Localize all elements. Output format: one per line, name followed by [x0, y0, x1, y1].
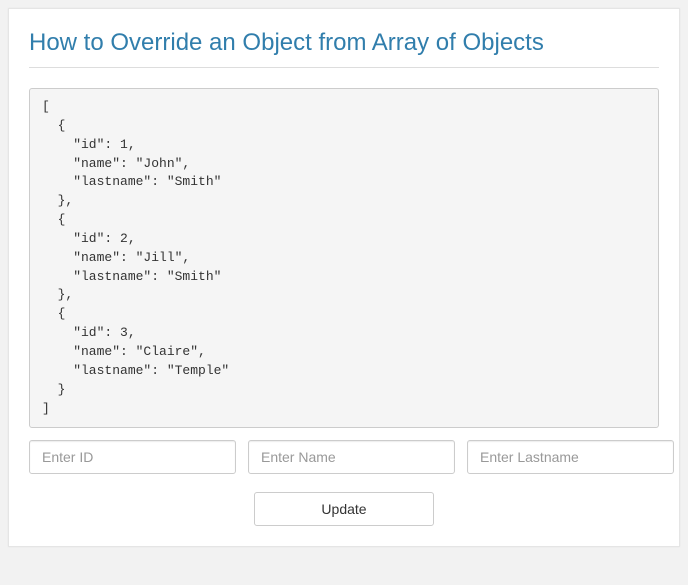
name-input[interactable] — [248, 440, 455, 474]
lastname-input[interactable] — [467, 440, 674, 474]
id-input[interactable] — [29, 440, 236, 474]
main-panel: How to Override an Object from Array of … — [8, 8, 680, 547]
update-button[interactable]: Update — [254, 492, 434, 526]
code-output: [ { "id": 1, "name": "John", "lastname":… — [29, 88, 659, 428]
form-row — [29, 440, 659, 474]
page-title: How to Override an Object from Array of … — [29, 29, 659, 68]
button-row: Update — [29, 492, 659, 526]
